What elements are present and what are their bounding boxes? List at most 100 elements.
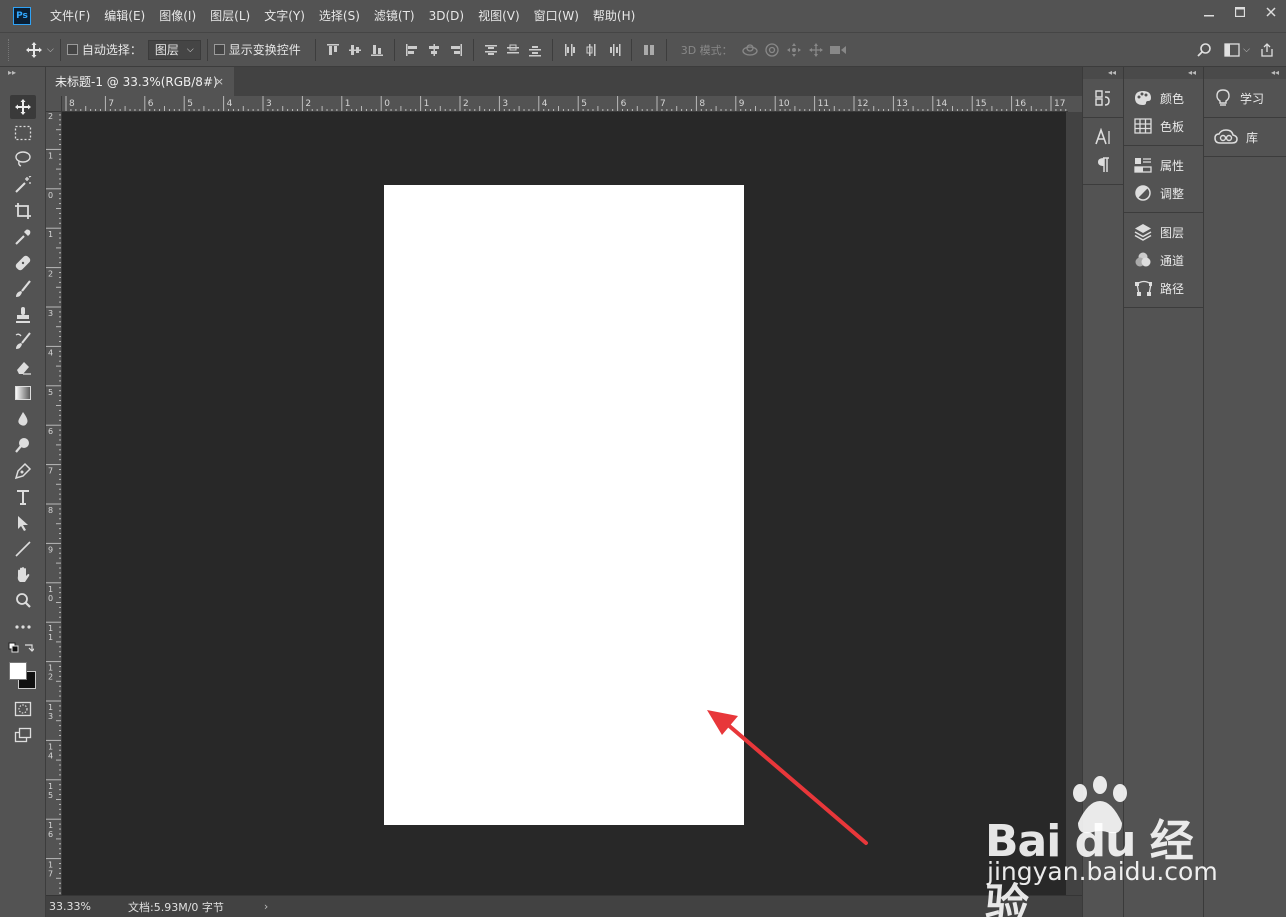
close-window-button[interactable] [1255, 0, 1286, 24]
default-colors-button[interactable] [8, 641, 34, 657]
collapse-dock-icon[interactable]: ◂◂ [1083, 67, 1123, 79]
foreground-color-swatch[interactable] [9, 662, 27, 680]
distribute-top-icon [484, 44, 497, 55]
auto-select-target-dropdown[interactable]: 图层 ⌵ [147, 39, 201, 60]
pasteboard[interactable] [62, 112, 1066, 895]
quick-mask-button[interactable] [10, 697, 36, 721]
learn-panel-tab[interactable]: 学习 [1204, 84, 1286, 112]
collapse-dock-icon[interactable]: ◂◂ [1204, 67, 1286, 79]
ruler-origin[interactable] [46, 96, 62, 112]
path-selection-tool[interactable] [10, 511, 36, 535]
magic-wand-tool[interactable] [10, 173, 36, 197]
distribute-right-button[interactable] [603, 39, 625, 61]
show-transform-option[interactable]: 显示变换控件 [213, 41, 301, 58]
document-tab[interactable]: 未标题-1 @ 33.3%(RGB/8#) × [46, 67, 234, 96]
libraries-panel-tab[interactable]: 库 [1204, 123, 1286, 151]
healing-brush-tool[interactable] [10, 251, 36, 275]
paths-panel-tab[interactable]: 路径 [1124, 274, 1203, 302]
workspace-button[interactable] [1221, 39, 1243, 61]
status-menu-arrow-icon[interactable]: › [264, 900, 268, 913]
zoom-tool[interactable] [10, 589, 36, 613]
screen-mode-button[interactable] [10, 723, 36, 747]
channels-panel-tab[interactable]: 通道 [1124, 246, 1203, 274]
align-hcenter-button[interactable] [423, 39, 445, 61]
distribute-hcenter-button[interactable] [581, 39, 603, 61]
collapse-toolbar-icon[interactable]: ▸▸ [0, 67, 45, 79]
history-brush-tool[interactable] [10, 329, 36, 353]
menu-edit[interactable]: 编辑(E) [97, 0, 152, 32]
3d-roll-button[interactable] [761, 39, 783, 61]
distribute-top-button[interactable] [480, 39, 502, 61]
vertical-ruler[interactable]: 2101234567891011121314151617 [46, 112, 62, 896]
lasso-tool[interactable] [10, 147, 36, 171]
color-panel-tab[interactable]: 颜色 [1124, 84, 1203, 112]
character-panel-button[interactable] [1083, 123, 1123, 151]
eraser-tool[interactable] [10, 355, 36, 379]
align-left-icon [405, 43, 417, 56]
maximize-button[interactable] [1224, 0, 1255, 24]
3d-slide-button[interactable] [805, 39, 827, 61]
workspace-dropdown-icon[interactable]: ⌵ [1243, 45, 1250, 55]
paragraph-panel-button[interactable] [1083, 151, 1123, 179]
hand-tool[interactable] [10, 563, 36, 587]
auto-select-checkbox[interactable] [66, 44, 78, 55]
collapse-dock-icon[interactable]: ◂◂ [1124, 67, 1203, 79]
separator [206, 38, 208, 61]
adjustments-panel-tab[interactable]: 调整 [1124, 179, 1203, 207]
properties-panel-tab[interactable]: 属性 [1124, 151, 1203, 179]
menu-view[interactable]: 视图(V) [471, 0, 527, 32]
close-tab-icon[interactable]: × [215, 75, 224, 88]
type-tool[interactable] [10, 485, 36, 509]
3d-scale-button[interactable] [827, 39, 849, 61]
distribute-left-button[interactable] [559, 39, 581, 61]
align-vcenter-button[interactable] [344, 39, 366, 61]
share-button[interactable] [1256, 39, 1278, 61]
crop-tool[interactable] [10, 199, 36, 223]
align-bottom-button[interactable] [366, 39, 388, 61]
horizontal-ruler[interactable]: 8 7 6 5 4 3 2 1 0 1 2 3 4 5 6 7 8 9 10 11 12 13 14 15 16 17 [62, 96, 1068, 112]
minimize-button[interactable] [1193, 0, 1224, 24]
gradient-tool[interactable] [10, 381, 36, 405]
brush-tool[interactable] [10, 277, 36, 301]
zoom-level-field[interactable]: 33.33% [46, 900, 106, 913]
move-tool-preset-button[interactable] [23, 39, 45, 61]
menu-file[interactable]: 文件(F) [43, 0, 97, 32]
history-panel-button[interactable] [1083, 84, 1123, 112]
menu-window[interactable]: 窗口(W) [527, 0, 586, 32]
distribute-bottom-button[interactable] [524, 39, 546, 61]
preset-dropdown-icon[interactable]: ⌵ [47, 45, 54, 55]
dodge-tool[interactable] [10, 433, 36, 457]
layers-panel-tab[interactable]: 图层 [1124, 218, 1203, 246]
pen-tool[interactable] [10, 459, 36, 483]
marquee-tool[interactable] [10, 121, 36, 145]
clone-stamp-tool[interactable] [10, 303, 36, 327]
menu-filter[interactable]: 滤镜(T) [367, 0, 422, 32]
3d-pan-button[interactable] [783, 39, 805, 61]
document-canvas[interactable] [384, 185, 744, 825]
align-left-button[interactable] [401, 39, 423, 61]
swatches-panel-tab[interactable]: 色板 [1124, 112, 1203, 140]
line-tool[interactable] [10, 537, 36, 561]
menu-3d[interactable]: 3D(D) [422, 0, 471, 32]
blur-tool[interactable] [10, 407, 36, 431]
menu-layer[interactable]: 图层(L) [203, 0, 257, 32]
menu-help[interactable]: 帮助(H) [586, 0, 642, 32]
distribute-vcenter-button[interactable] [502, 39, 524, 61]
workspace-icon [1224, 42, 1240, 57]
move-tool[interactable] [10, 95, 36, 119]
menu-image[interactable]: 图像(I) [152, 0, 203, 32]
show-transform-checkbox[interactable] [213, 44, 225, 55]
options-bar-grip[interactable] [8, 38, 11, 61]
align-right-button[interactable] [445, 39, 467, 61]
edit-toolbar-button[interactable] [10, 615, 36, 639]
auto-select-option[interactable]: 自动选择： [66, 41, 142, 58]
auto-align-layers-button[interactable] [638, 39, 660, 61]
eyedropper-tool[interactable] [10, 225, 36, 249]
menu-type[interactable]: 文字(Y) [257, 0, 312, 32]
ruler-label: 1 [48, 703, 53, 712]
menu-select[interactable]: 选择(S) [312, 0, 367, 32]
search-button[interactable] [1193, 39, 1215, 61]
3d-orbit-button[interactable] [739, 39, 761, 61]
learn-panel-group: 学习 [1204, 79, 1286, 118]
align-top-button[interactable] [322, 39, 344, 61]
